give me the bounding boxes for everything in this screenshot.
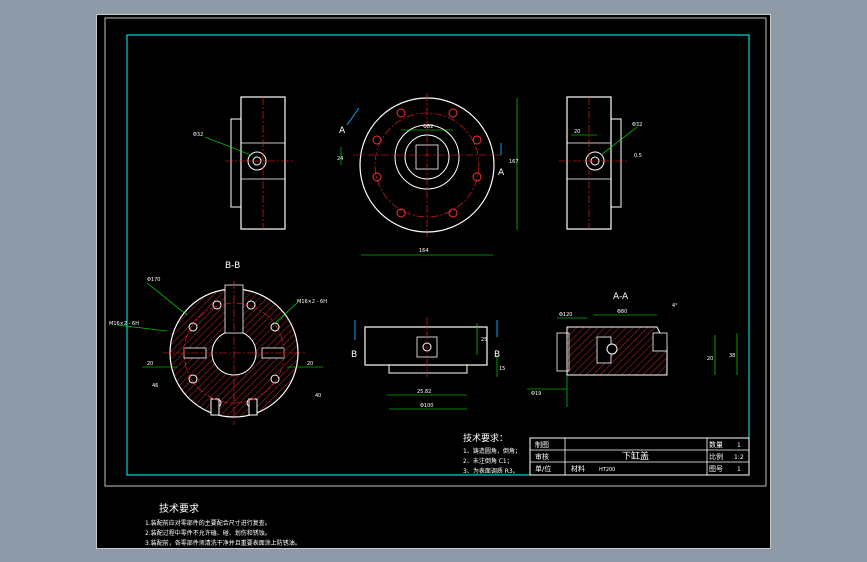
- outer-frame: [104, 17, 767, 487]
- tb-check: 审核: [535, 452, 549, 461]
- tb-qty: 1: [737, 442, 741, 449]
- dim-bb-7: 40: [315, 393, 321, 399]
- tech-req-large-line-3: 3.装配前，各零部件须清洗干净并且重要表面涂上防锈油。: [145, 539, 301, 547]
- tech-req-large-line-2: 2.装配过程中零件不允许磕、碰、划伤和锈蚀。: [145, 529, 271, 537]
- section-aa-view[interactable]: A-A Φ80 4° Φ120 20 38 Φ19: [527, 292, 738, 407]
- dim-bottom-3: 25: [481, 337, 487, 343]
- dim-bb-5: 20: [307, 361, 313, 367]
- dim-top-3: 167: [509, 159, 519, 165]
- tech-requirements-large: 技术要求 1.装配前应对零部件的主要配合尺寸进行复查。 2.装配过程中零件不允许…: [145, 502, 301, 547]
- dim-left-1: Φ32: [193, 132, 203, 138]
- dim-aa-5: 38: [729, 353, 735, 359]
- tb-scale: 1:2: [734, 454, 744, 461]
- section-bb-label: B-B: [225, 261, 240, 271]
- tb-draw: 制图: [535, 440, 549, 449]
- dim-bottom-2: Φ100: [420, 403, 433, 409]
- title-block: 制图 审核 单/位 下缸盖 材料 HT200 数量 1 比例 1:2 图号 1: [529, 437, 750, 476]
- tech-req-large-line-1: 1.装配前应对零部件的主要配合尺寸进行复查。: [145, 519, 271, 527]
- section-b-mark-left: B: [351, 350, 357, 360]
- tb-drawing-no: 1: [737, 466, 741, 473]
- tb-qty-label: 数量: [709, 440, 723, 449]
- dim-right-2: Φ32: [632, 122, 642, 128]
- section-aa-label: A-A: [613, 292, 629, 302]
- dim-right-3: 0.5: [634, 153, 642, 159]
- dim-aa-4: 20: [707, 356, 713, 362]
- drawing-sheet: B-B Φ170 M16×2 - 6H M16×2 - 6H 20 20 46 …: [96, 14, 771, 549]
- tech-req-large-heading: 技术要求: [159, 502, 199, 515]
- tech-req-small-heading: 技术要求：: [463, 432, 508, 444]
- tech-requirements-small: 技术要求： 1、铸造圆角，倒角； 2、未注倒角 C1； 3、为表面调质 R3。: [463, 432, 521, 475]
- dim-aa-3: Φ120: [559, 312, 572, 318]
- dim-top-4: 164: [419, 248, 429, 254]
- left-side-view[interactable]: Φ32: [193, 96, 293, 230]
- dim-aa-2: 4°: [672, 303, 678, 309]
- dim-top-2: 24: [337, 156, 343, 162]
- tech-req-small-line-3: 3、为表面调质 R3。: [463, 467, 519, 475]
- section-a-mark-left: A: [339, 126, 346, 136]
- top-view[interactable]: Φ82 24 167 164 A A: [337, 93, 519, 256]
- dim-bottom-4: 15: [499, 366, 505, 372]
- tech-req-small-line-2: 2、未注倒角 C1；: [463, 457, 513, 465]
- dim-bb-4: 20: [147, 361, 153, 367]
- dim-right-1: 20: [574, 129, 580, 135]
- section-a-mark-right: A: [498, 168, 505, 178]
- right-side-view[interactable]: 20 Φ32 0.5: [559, 96, 642, 230]
- tb-drawing-no-label: 图号: [709, 465, 723, 473]
- dim-top-1: Φ82: [423, 124, 433, 130]
- dim-bb-6: 46: [152, 383, 158, 389]
- bottom-view[interactable]: 25.82 Φ100 25 15 B B: [351, 317, 505, 410]
- dim-bottom-1: 25.82: [417, 389, 431, 395]
- section-bb-view[interactable]: B-B Φ170 M16×2 - 6H M16×2 - 6H 20 20 46 …: [109, 261, 327, 425]
- tech-req-small-line-1: 1、铸造圆角，倒角；: [463, 447, 521, 455]
- tb-material-label: 材料: [571, 464, 585, 473]
- dim-bb-1: Φ170: [147, 277, 160, 283]
- dim-bb-2: M16×2 - 6H: [109, 321, 139, 327]
- dim-aa-1: Φ80: [617, 309, 627, 315]
- dim-bb-3: M16×2 - 6H: [297, 299, 327, 305]
- tb-material: HT200: [599, 467, 615, 473]
- dim-aa-6: Φ19: [531, 391, 541, 397]
- section-b-mark-right: B: [494, 350, 500, 360]
- tb-part-name: 下缸盖: [622, 450, 649, 462]
- tb-scale-label: 比例: [709, 452, 723, 461]
- cad-viewport[interactable]: B-B Φ170 M16×2 - 6H M16×2 - 6H 20 20 46 …: [0, 0, 867, 562]
- drawing-canvas: B-B Φ170 M16×2 - 6H M16×2 - 6H 20 20 46 …: [104, 17, 767, 547]
- tb-unit: 单/位: [535, 464, 551, 473]
